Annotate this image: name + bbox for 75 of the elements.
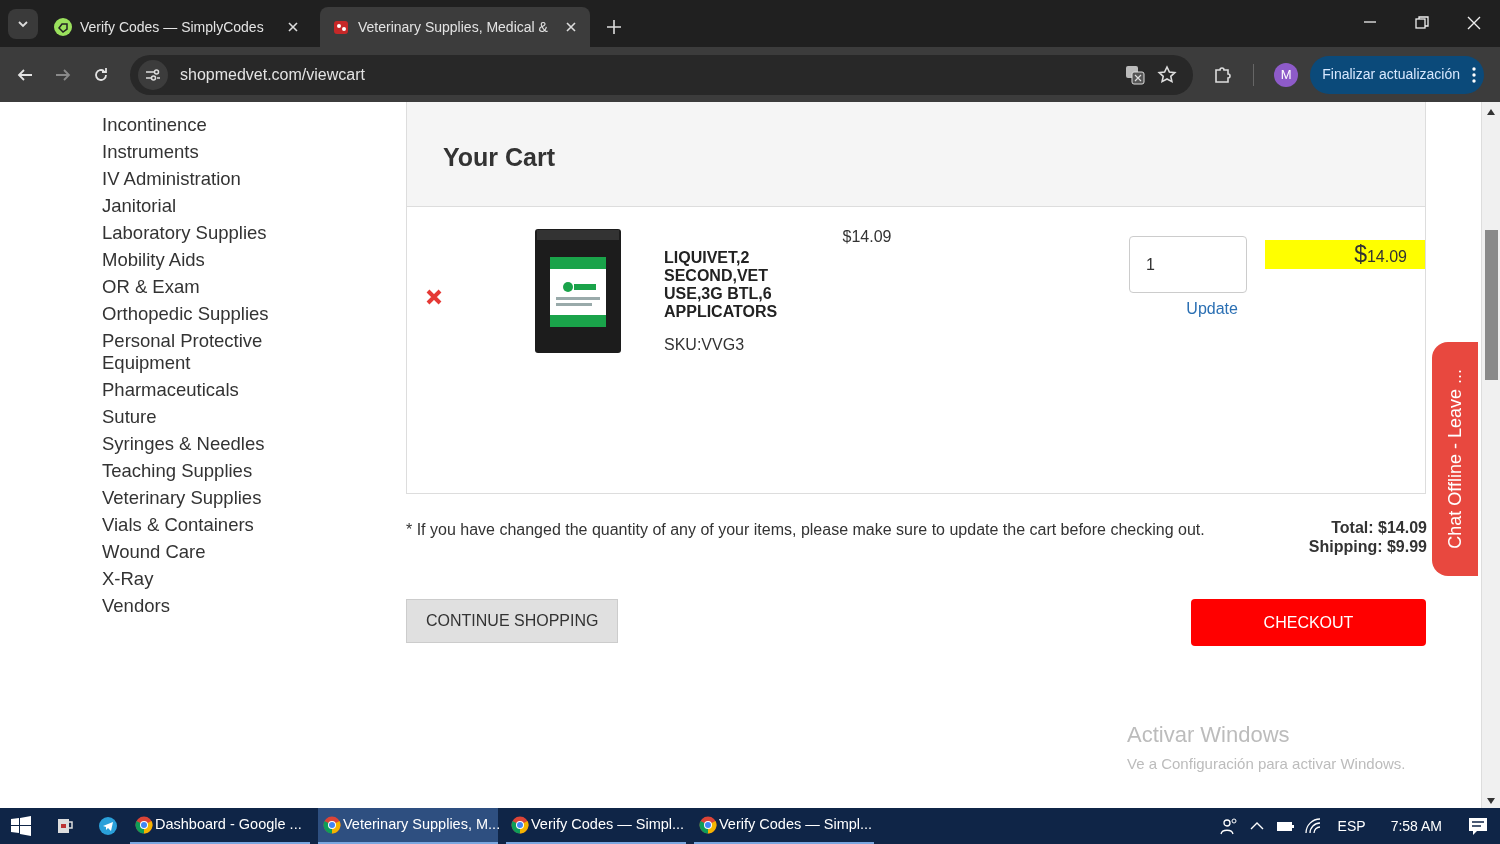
- tag-icon: [54, 18, 72, 36]
- product-name[interactable]: LIQUIVET,2 SECOND,VET USE,3G BTL,6 APPLICATORS: [664, 249, 786, 321]
- category-link[interactable]: Vials & Containers: [102, 514, 292, 536]
- category-link[interactable]: Veterinary Supplies: [102, 487, 292, 509]
- browser-tab[interactable]: Veterinary Supplies, Medical &: [320, 7, 590, 47]
- browser-tab[interactable]: Verify Codes — SimplyCodes: [42, 7, 312, 47]
- category-link[interactable]: Teaching Supplies: [102, 460, 292, 482]
- continue-shopping-button[interactable]: CONTINUE SHOPPING: [406, 599, 619, 643]
- chrome-icon: [699, 816, 717, 834]
- paper-plane-icon[interactable]: [98, 816, 118, 836]
- chevron-down-icon: [17, 18, 29, 30]
- unit-price: $14.09: [842, 227, 893, 247]
- checkout-button[interactable]: CHECKOUT: [1191, 599, 1426, 646]
- product-sku: SKU:VVG3: [664, 335, 746, 355]
- chrome-icon: [135, 816, 153, 834]
- scroll-down-icon[interactable]: [1487, 798, 1495, 804]
- people-icon[interactable]: [1219, 817, 1238, 835]
- scroll-up-icon[interactable]: [1487, 109, 1495, 115]
- chat-tab[interactable]: Chat Offline - Leave ...: [1432, 342, 1478, 576]
- line-total: $14.09: [1264, 240, 1425, 269]
- puzzle-icon[interactable]: [1213, 64, 1234, 85]
- category-link[interactable]: IV Administration: [102, 168, 292, 190]
- site-settings-icon[interactable]: [138, 59, 168, 90]
- bookmark-star-icon[interactable]: [1157, 64, 1178, 85]
- category-link[interactable]: Pharmaceuticals: [102, 379, 292, 401]
- chrome-icon: [511, 816, 529, 834]
- tab-list-button[interactable]: [8, 9, 38, 39]
- tab-title: Verify Codes — SimplyCodes: [80, 17, 265, 37]
- taskbar-button[interactable]: Dashboard - Google ...: [130, 808, 310, 844]
- scrollbar[interactable]: [1481, 102, 1500, 808]
- new-tab-icon[interactable]: [606, 19, 622, 35]
- update-link[interactable]: Update: [1186, 297, 1238, 321]
- url-text: shopmedvet.com/viewcart: [180, 64, 366, 85]
- close-icon[interactable]: [286, 20, 300, 34]
- category-link[interactable]: OR & Exam: [102, 276, 292, 298]
- address-bar[interactable]: shopmedvet.com/viewcart: [130, 54, 1194, 95]
- update-button[interactable]: Finalizar actualización: [1310, 55, 1484, 94]
- category-link[interactable]: Personal Protective Equipment: [102, 330, 292, 374]
- profile-avatar[interactable]: M: [1274, 62, 1299, 87]
- quantity-field[interactable]: 1: [1128, 236, 1247, 293]
- update-note: * If you have changed the quantity of any of your items, please make sure to update the cart before checking out.: [406, 520, 1205, 540]
- reload-icon[interactable]: [92, 65, 110, 84]
- clock-text[interactable]: 7:58 AM: [1390, 815, 1442, 837]
- restore-icon[interactable]: [1413, 14, 1431, 32]
- category-link[interactable]: Instruments: [102, 141, 292, 163]
- taskbar-button[interactable]: Verify Codes — Simpl...: [694, 808, 874, 844]
- activation-title: Activar Windows: [1127, 721, 1291, 749]
- close-icon[interactable]: [1465, 14, 1483, 32]
- category-link[interactable]: Syringes & Needles: [102, 433, 292, 455]
- more-icon[interactable]: [1472, 66, 1476, 83]
- taskbar-button[interactable]: Veterinary Supplies, M...: [318, 808, 498, 844]
- category-link[interactable]: Orthopedic Supplies: [102, 303, 292, 325]
- chrome-icon: [323, 816, 341, 834]
- category-link[interactable]: Incontinence: [102, 114, 292, 136]
- translate-icon[interactable]: [1125, 64, 1146, 85]
- tab-title: Veterinary Supplies, Medical &: [358, 17, 549, 37]
- remove-icon[interactable]: [426, 289, 442, 305]
- category-link[interactable]: Vendors: [102, 595, 292, 617]
- total-text: Total: $14.09: [1331, 518, 1427, 537]
- scrollbar-thumb[interactable]: [1484, 230, 1498, 380]
- start-icon[interactable]: [11, 816, 31, 836]
- shipping-text: Shipping: $9.99: [1308, 537, 1427, 556]
- language-indicator[interactable]: ESP: [1337, 815, 1366, 837]
- wifi-icon[interactable]: [1303, 817, 1322, 835]
- category-link[interactable]: X-Ray: [102, 568, 292, 590]
- category-link[interactable]: Janitorial: [102, 195, 292, 217]
- taskbar-button[interactable]: Verify Codes — Simpl...: [506, 808, 686, 844]
- notification-icon[interactable]: [1468, 816, 1488, 836]
- activation-subtitle: Ve a Configuración para activar Windows.: [1127, 754, 1406, 774]
- category-link[interactable]: Laboratory Supplies: [102, 222, 292, 244]
- category-link[interactable]: Mobility Aids: [102, 249, 292, 271]
- category-link[interactable]: Wound Care: [102, 541, 292, 563]
- close-icon[interactable]: [564, 20, 578, 34]
- cart-title: Your Cart: [443, 142, 556, 174]
- category-link[interactable]: Suture: [102, 406, 292, 428]
